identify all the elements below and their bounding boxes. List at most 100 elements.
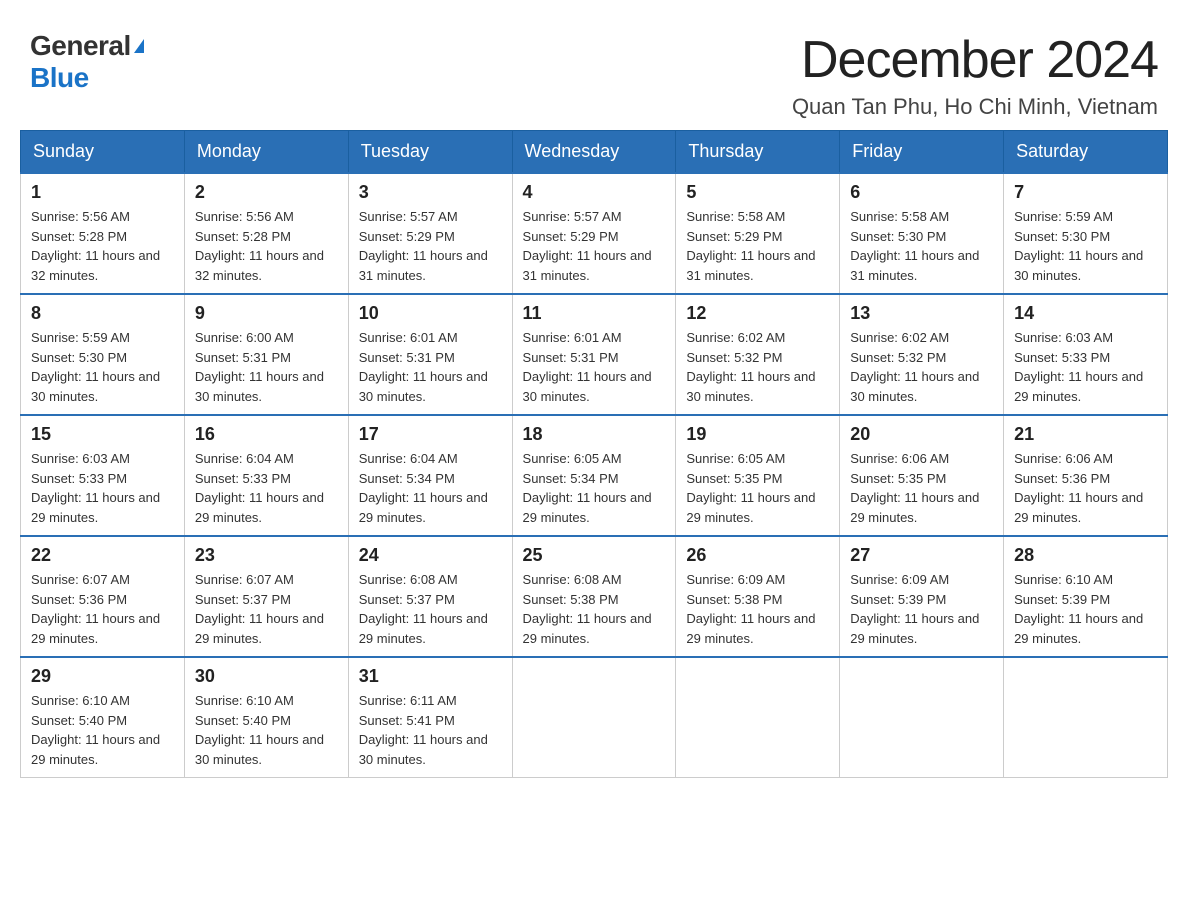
day-info: Sunrise: 5:56 AMSunset: 5:28 PMDaylight:… <box>31 207 174 285</box>
day-number: 20 <box>850 424 993 445</box>
calendar-title: December 2024 <box>792 30 1158 90</box>
calendar-cell: 28Sunrise: 6:10 AMSunset: 5:39 PMDayligh… <box>1004 536 1168 657</box>
day-header-thursday: Thursday <box>676 131 840 174</box>
day-info: Sunrise: 6:09 AMSunset: 5:38 PMDaylight:… <box>686 570 829 648</box>
day-info: Sunrise: 6:10 AMSunset: 5:40 PMDaylight:… <box>195 691 338 769</box>
day-header-friday: Friday <box>840 131 1004 174</box>
calendar-table: SundayMondayTuesdayWednesdayThursdayFrid… <box>20 130 1168 778</box>
calendar-header-row: SundayMondayTuesdayWednesdayThursdayFrid… <box>21 131 1168 174</box>
calendar-cell: 15 Sunrise: 6:03 AMSunset: 5:33 PMDayligh… <box>21 415 185 536</box>
day-number: 24 <box>359 545 502 566</box>
day-info: Sunrise: 6:06 AMSunset: 5:35 PMDaylight:… <box>850 449 993 527</box>
week-row-1: 1 Sunrise: 5:56 AMSunset: 5:28 PMDaylight… <box>21 173 1168 294</box>
day-info: Sunrise: 6:03 AMSunset: 5:33 PMDaylight:… <box>1014 328 1157 406</box>
day-number: 26 <box>686 545 829 566</box>
day-info: Sunrise: 5:59 AMSunset: 5:30 PMDaylight:… <box>1014 207 1157 285</box>
day-number: 7 <box>1014 182 1157 203</box>
calendar-cell: 23 Sunrise: 6:07 AMSunset: 5:37 PMDayligh… <box>184 536 348 657</box>
day-number: 9 <box>195 303 338 324</box>
day-info: Sunrise: 5:57 AMSunset: 5:29 PMDaylight:… <box>359 207 502 285</box>
day-info: Sunrise: 6:08 AMSunset: 5:37 PMDaylight:… <box>359 570 502 648</box>
calendar-cell: 2 Sunrise: 5:56 AMSunset: 5:28 PMDaylight… <box>184 173 348 294</box>
calendar-cell <box>840 657 1004 778</box>
day-number: 4 <box>523 182 666 203</box>
calendar-cell: 20 Sunrise: 6:06 AMSunset: 5:35 PMDayligh… <box>840 415 1004 536</box>
calendar-cell <box>512 657 676 778</box>
calendar-cell: 12 Sunrise: 6:02 AMSunset: 5:32 PMDayligh… <box>676 294 840 415</box>
day-info: Sunrise: 5:59 AMSunset: 5:30 PMDaylight:… <box>31 328 174 406</box>
logo: General Blue <box>30 30 144 94</box>
calendar-cell: 22Sunrise: 6:07 AMSunset: 5:36 PMDayligh… <box>21 536 185 657</box>
day-info: Sunrise: 6:10 AMSunset: 5:40 PMDaylight:… <box>31 691 174 769</box>
day-number: 10 <box>359 303 502 324</box>
day-info: Sunrise: 5:56 AMSunset: 5:28 PMDaylight:… <box>195 207 338 285</box>
calendar-cell: 18Sunrise: 6:05 AMSunset: 5:34 PMDayligh… <box>512 415 676 536</box>
day-info: Sunrise: 6:07 AMSunset: 5:36 PMDaylight:… <box>31 570 174 648</box>
day-header-saturday: Saturday <box>1004 131 1168 174</box>
day-number: 5 <box>686 182 829 203</box>
calendar-cell: 30 Sunrise: 6:10 AMSunset: 5:40 PMDayligh… <box>184 657 348 778</box>
calendar-cell: 3 Sunrise: 5:57 AMSunset: 5:29 PMDaylight… <box>348 173 512 294</box>
calendar-subtitle: Quan Tan Phu, Ho Chi Minh, Vietnam <box>792 94 1158 120</box>
day-info: Sunrise: 5:58 AMSunset: 5:29 PMDaylight:… <box>686 207 829 285</box>
week-row-4: 22Sunrise: 6:07 AMSunset: 5:36 PMDayligh… <box>21 536 1168 657</box>
day-info: Sunrise: 6:07 AMSunset: 5:37 PMDaylight:… <box>195 570 338 648</box>
week-row-2: 8 Sunrise: 5:59 AMSunset: 5:30 PMDaylight… <box>21 294 1168 415</box>
day-info: Sunrise: 6:04 AMSunset: 5:33 PMDaylight:… <box>195 449 338 527</box>
day-info: Sunrise: 6:08 AMSunset: 5:38 PMDaylight:… <box>523 570 666 648</box>
calendar-cell: 29Sunrise: 6:10 AMSunset: 5:40 PMDayligh… <box>21 657 185 778</box>
day-header-monday: Monday <box>184 131 348 174</box>
calendar-cell: 7 Sunrise: 5:59 AMSunset: 5:30 PMDaylight… <box>1004 173 1168 294</box>
day-number: 31 <box>359 666 502 687</box>
calendar-cell: 14 Sunrise: 6:03 AMSunset: 5:33 PMDayligh… <box>1004 294 1168 415</box>
calendar-cell: 10 Sunrise: 6:01 AMSunset: 5:31 PMDayligh… <box>348 294 512 415</box>
logo-triangle-icon <box>134 39 144 53</box>
day-number: 11 <box>523 303 666 324</box>
day-number: 21 <box>1014 424 1157 445</box>
day-number: 14 <box>1014 303 1157 324</box>
calendar-cell: 4Sunrise: 5:57 AMSunset: 5:29 PMDaylight… <box>512 173 676 294</box>
calendar-cell: 6 Sunrise: 5:58 AMSunset: 5:30 PMDaylight… <box>840 173 1004 294</box>
day-number: 16 <box>195 424 338 445</box>
calendar-cell: 17Sunrise: 6:04 AMSunset: 5:34 PMDayligh… <box>348 415 512 536</box>
day-info: Sunrise: 6:06 AMSunset: 5:36 PMDaylight:… <box>1014 449 1157 527</box>
day-number: 25 <box>523 545 666 566</box>
day-info: Sunrise: 5:58 AMSunset: 5:30 PMDaylight:… <box>850 207 993 285</box>
calendar-cell: 24 Sunrise: 6:08 AMSunset: 5:37 PMDayligh… <box>348 536 512 657</box>
day-number: 27 <box>850 545 993 566</box>
calendar-cell: 13 Sunrise: 6:02 AMSunset: 5:32 PMDayligh… <box>840 294 1004 415</box>
calendar-cell: 19Sunrise: 6:05 AMSunset: 5:35 PMDayligh… <box>676 415 840 536</box>
calendar-cell <box>676 657 840 778</box>
day-info: Sunrise: 6:03 AMSunset: 5:33 PMDaylight:… <box>31 449 174 527</box>
day-number: 12 <box>686 303 829 324</box>
day-number: 6 <box>850 182 993 203</box>
day-number: 19 <box>686 424 829 445</box>
calendar-cell: 26 Sunrise: 6:09 AMSunset: 5:38 PMDayligh… <box>676 536 840 657</box>
day-info: Sunrise: 6:02 AMSunset: 5:32 PMDaylight:… <box>686 328 829 406</box>
day-header-wednesday: Wednesday <box>512 131 676 174</box>
day-number: 13 <box>850 303 993 324</box>
logo-blue-text: Blue <box>30 62 89 93</box>
calendar-cell: 5 Sunrise: 5:58 AMSunset: 5:29 PMDaylight… <box>676 173 840 294</box>
day-number: 23 <box>195 545 338 566</box>
day-number: 30 <box>195 666 338 687</box>
page-header: General Blue December 2024 Quan Tan Phu,… <box>20 20 1168 120</box>
day-header-tuesday: Tuesday <box>348 131 512 174</box>
day-number: 2 <box>195 182 338 203</box>
day-number: 3 <box>359 182 502 203</box>
day-number: 28 <box>1014 545 1157 566</box>
day-info: Sunrise: 6:01 AMSunset: 5:31 PMDaylight:… <box>523 328 666 406</box>
day-number: 8 <box>31 303 174 324</box>
calendar-cell: 8 Sunrise: 5:59 AMSunset: 5:30 PMDaylight… <box>21 294 185 415</box>
calendar-cell: 21 Sunrise: 6:06 AMSunset: 5:36 PMDayligh… <box>1004 415 1168 536</box>
day-number: 15 <box>31 424 174 445</box>
calendar-cell: 27Sunrise: 6:09 AMSunset: 5:39 PMDayligh… <box>840 536 1004 657</box>
day-header-sunday: Sunday <box>21 131 185 174</box>
week-row-3: 15 Sunrise: 6:03 AMSunset: 5:33 PMDayligh… <box>21 415 1168 536</box>
day-number: 1 <box>31 182 174 203</box>
calendar-cell: 11 Sunrise: 6:01 AMSunset: 5:31 PMDayligh… <box>512 294 676 415</box>
day-info: Sunrise: 6:02 AMSunset: 5:32 PMDaylight:… <box>850 328 993 406</box>
calendar-cell <box>1004 657 1168 778</box>
day-info: Sunrise: 6:01 AMSunset: 5:31 PMDaylight:… <box>359 328 502 406</box>
calendar-cell: 1 Sunrise: 5:56 AMSunset: 5:28 PMDaylight… <box>21 173 185 294</box>
